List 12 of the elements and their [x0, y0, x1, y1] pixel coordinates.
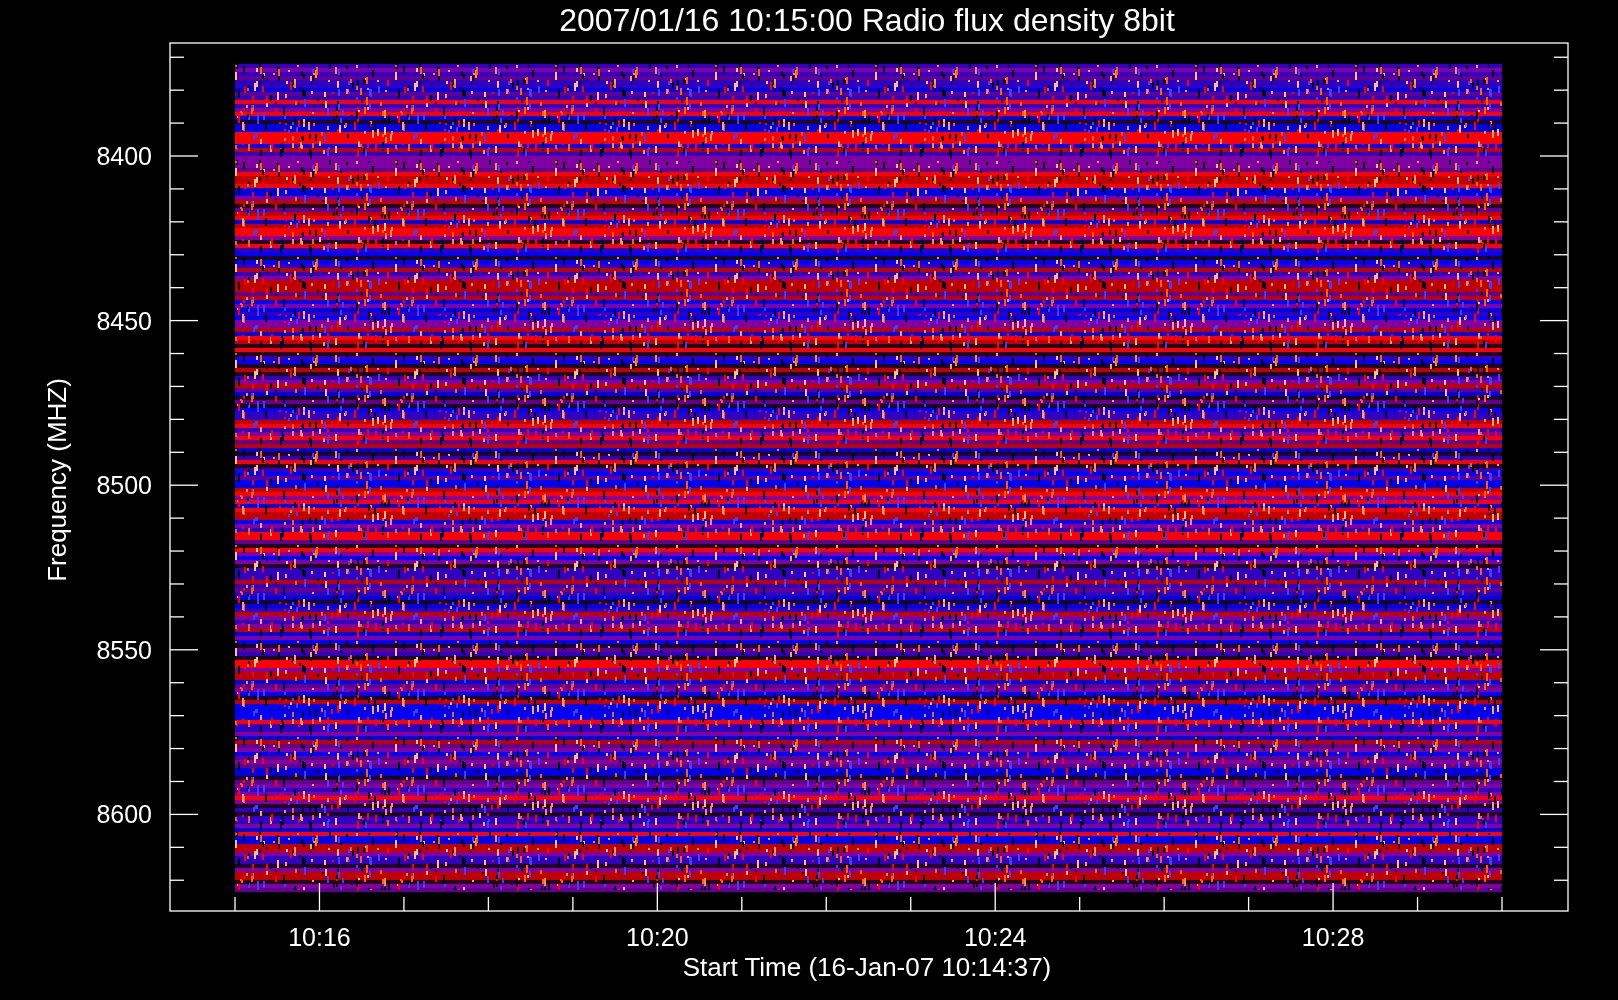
y-tick-label: 8550 — [96, 635, 152, 664]
y-tick-label: 8500 — [96, 471, 152, 500]
y-tick-label: 8450 — [96, 306, 152, 335]
y-axis-label: Frequency (MHZ) — [42, 378, 72, 582]
y-tick-label: 8600 — [96, 800, 152, 829]
x-axis-label: Start Time (16-Jan-07 10:14:37) — [682, 952, 1052, 982]
x-tick-label: 10:24 — [963, 923, 1027, 951]
x-tick-label: 10:20 — [626, 923, 689, 951]
chart-title: 2007/01/16 10:15:00 Radio flux density 8bit — [559, 2, 1175, 38]
y-tick-label: 8400 — [96, 142, 152, 170]
x-tick-label: 10:16 — [288, 923, 351, 951]
x-tick-label: 10:28 — [1301, 923, 1365, 951]
